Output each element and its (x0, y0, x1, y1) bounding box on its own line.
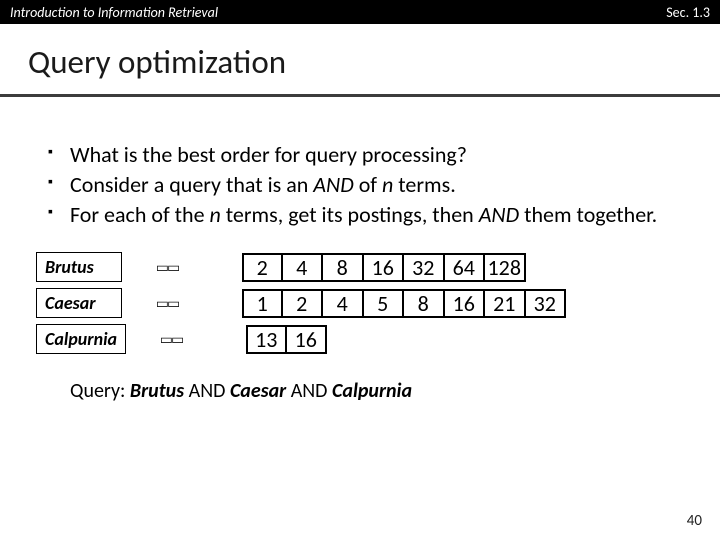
postings-list: 1 2 4 5 8 16 21 32 (242, 289, 566, 318)
term-box: Brutus (36, 252, 122, 282)
posting-cell: 64 (445, 253, 486, 282)
posting-cell: 8 (323, 253, 364, 282)
title-area: Query optimization (0, 24, 720, 88)
posting-cell: 1 (242, 289, 283, 318)
posting-cell: 16 (364, 253, 405, 282)
posting-cell: 8 (404, 289, 445, 318)
term-box: Calpurnia (36, 324, 126, 354)
section-label: Sec. 1.3 (666, 4, 710, 21)
postings-list: 2 4 8 16 32 64 128 (242, 253, 526, 282)
slide-number: 40 (687, 512, 702, 530)
query-op: AND (184, 379, 230, 403)
postings-row-brutus: Brutus ▭▭ 2 4 8 16 32 64 128 (36, 249, 720, 285)
posting-cell: 21 (485, 289, 526, 318)
posting-cell: 5 (364, 289, 405, 318)
postings-area: Brutus ▭▭ 2 4 8 16 32 64 128 Caesar ▭▭ 1… (0, 231, 720, 357)
postings-row-caesar: Caesar ▭▭ 1 2 4 5 8 16 21 32 (36, 285, 720, 321)
query-line: Query: Brutus AND Caesar AND Calpurnia (0, 357, 720, 403)
postings-row-calpurnia: Calpurnia ▭▭ 13 16 (36, 321, 720, 357)
course-title: Introduction to Information Retrieval (10, 4, 218, 21)
posting-cell: 32 (526, 289, 567, 318)
arrow-icon: ▭▭ (126, 325, 246, 353)
query-term: Caesar (230, 379, 286, 403)
arrow-icon: ▭▭ (122, 253, 242, 281)
bullet-item: Consider a query that is an AND of n ter… (48, 171, 680, 199)
query-op: AND (286, 379, 332, 403)
query-label: Query: (70, 379, 130, 403)
bullet-list: What is the best order for query process… (0, 97, 720, 229)
posting-cell: 2 (283, 289, 324, 318)
slide-title: Query optimization (28, 42, 692, 82)
posting-cell: 16 (287, 325, 328, 354)
posting-cell: 16 (445, 289, 486, 318)
term-box: Caesar (36, 288, 122, 318)
posting-cell: 4 (323, 289, 364, 318)
bullet-item: What is the best order for query process… (48, 141, 680, 169)
posting-cell: 4 (283, 253, 324, 282)
arrow-icon: ▭▭ (122, 289, 242, 317)
bullet-item: For each of the n terms, get its posting… (48, 201, 680, 229)
query-term: Brutus (130, 379, 184, 403)
posting-cell: 2 (242, 253, 283, 282)
posting-cell: 32 (404, 253, 445, 282)
postings-list: 13 16 (246, 325, 327, 354)
top-bar: Introduction to Information Retrieval Se… (0, 0, 720, 24)
posting-cell: 13 (246, 325, 287, 354)
posting-cell: 128 (485, 253, 526, 282)
query-term: Calpurnia (332, 379, 412, 403)
